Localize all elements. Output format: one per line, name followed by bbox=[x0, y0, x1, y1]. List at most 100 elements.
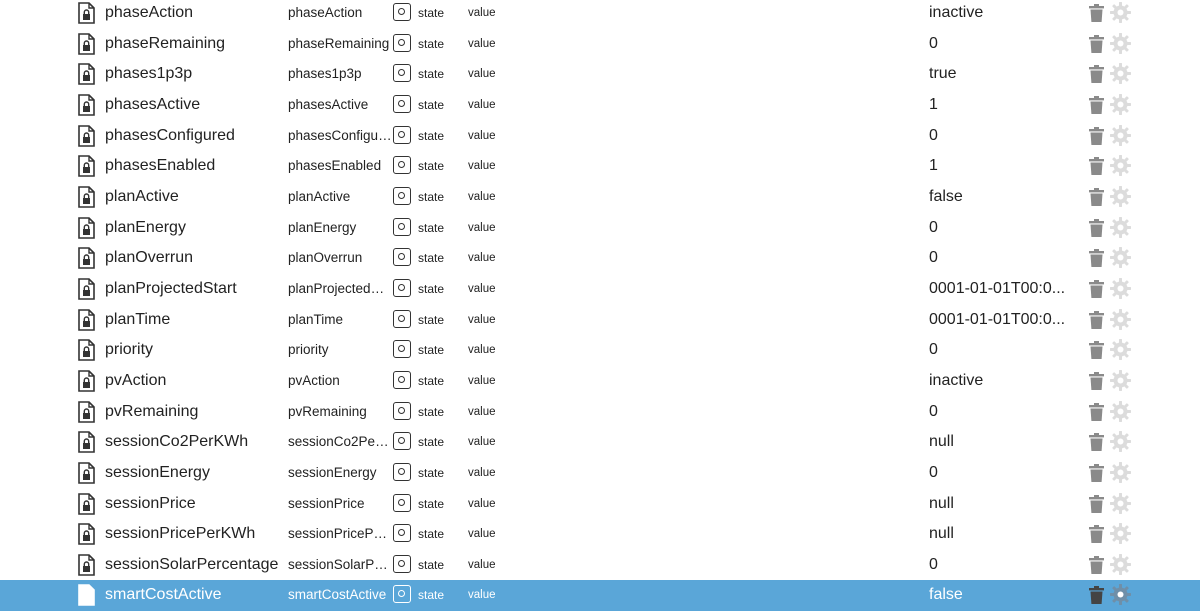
table-row[interactable]: smartCostActive smartCostActive state va… bbox=[0, 580, 1200, 611]
trash-icon[interactable] bbox=[1089, 463, 1104, 482]
trash-icon[interactable] bbox=[1089, 187, 1104, 206]
table-row[interactable]: phaseRemaining phaseRemaining state valu… bbox=[0, 29, 1200, 60]
gear-icon[interactable] bbox=[1110, 339, 1131, 361]
trash-icon[interactable] bbox=[1089, 4, 1104, 22]
object-value[interactable]: 1 bbox=[929, 90, 1069, 120]
trash-icon[interactable] bbox=[1089, 402, 1104, 421]
gear-icon[interactable] bbox=[1110, 400, 1131, 422]
object-value[interactable]: 0 bbox=[929, 458, 1069, 488]
object-value[interactable]: 0 bbox=[929, 213, 1069, 243]
object-value[interactable]: null bbox=[929, 519, 1069, 549]
object-value[interactable]: null bbox=[929, 427, 1069, 457]
gear-icon[interactable] bbox=[1110, 63, 1131, 85]
trash-icon[interactable] bbox=[1089, 249, 1104, 268]
gear-icon[interactable] bbox=[1110, 155, 1131, 177]
object-value[interactable]: 0 bbox=[929, 121, 1069, 151]
trash-icon[interactable] bbox=[1089, 95, 1104, 114]
trash-icon[interactable] bbox=[1089, 279, 1104, 298]
object-name[interactable]: priority bbox=[105, 335, 153, 365]
object-name[interactable]: pvAction bbox=[105, 366, 166, 396]
object-name[interactable]: phasesEnabled bbox=[105, 151, 215, 181]
trash-icon[interactable] bbox=[1089, 157, 1104, 176]
object-value[interactable]: inactive bbox=[929, 366, 1069, 396]
object-name[interactable]: phases1p3p bbox=[105, 59, 192, 89]
table-row[interactable]: planEnergy planEnergy state value 0 bbox=[0, 213, 1200, 244]
trash-icon[interactable] bbox=[1089, 494, 1104, 513]
table-row[interactable]: planTime planTime state value 0001-01-01… bbox=[0, 305, 1200, 336]
trash-icon[interactable] bbox=[1089, 371, 1104, 390]
object-name[interactable]: planEnergy bbox=[105, 213, 186, 243]
object-name[interactable]: phasesConfigured bbox=[105, 121, 235, 151]
object-name[interactable]: planOverrun bbox=[105, 243, 193, 273]
trash-icon[interactable] bbox=[1089, 310, 1104, 329]
object-name[interactable]: phaseAction bbox=[105, 0, 193, 28]
table-row[interactable]: planActive planActive state value false bbox=[0, 182, 1200, 213]
object-value[interactable]: 0 bbox=[929, 29, 1069, 59]
gear-icon[interactable] bbox=[1110, 277, 1131, 299]
table-row[interactable]: phasesConfigured phasesConfigur... state… bbox=[0, 121, 1200, 152]
table-row[interactable]: phasesActive phasesActive state value 1 bbox=[0, 90, 1200, 121]
gear-icon[interactable] bbox=[1110, 492, 1131, 514]
table-row[interactable]: priority priority state value 0 bbox=[0, 335, 1200, 366]
object-name[interactable]: planActive bbox=[105, 182, 179, 212]
trash-icon[interactable] bbox=[1089, 126, 1104, 145]
object-value[interactable]: 0 bbox=[929, 335, 1069, 365]
gear-icon[interactable] bbox=[1110, 32, 1131, 54]
table-row[interactable]: sessionSolarPercentage sessionSolarPer..… bbox=[0, 550, 1200, 581]
table-row[interactable]: phases1p3p phases1p3p state value true bbox=[0, 59, 1200, 90]
gear-icon[interactable] bbox=[1110, 124, 1131, 146]
table-row[interactable]: planProjectedStart planProjectedSt... st… bbox=[0, 274, 1200, 305]
gear-icon[interactable] bbox=[1110, 584, 1131, 606]
object-name[interactable]: pvRemaining bbox=[105, 397, 198, 427]
table-row[interactable]: sessionPricePerKWh sessionPricePer... st… bbox=[0, 519, 1200, 550]
trash-icon[interactable] bbox=[1089, 433, 1104, 452]
gear-icon[interactable] bbox=[1110, 93, 1131, 115]
object-name[interactable]: sessionCo2PerKWh bbox=[105, 427, 248, 457]
gear-icon[interactable] bbox=[1110, 461, 1131, 483]
object-value[interactable]: 0 bbox=[929, 397, 1069, 427]
trash-icon[interactable] bbox=[1089, 525, 1104, 544]
object-name[interactable]: sessionSolarPercentage bbox=[105, 550, 278, 580]
trash-icon[interactable] bbox=[1089, 586, 1104, 605]
gear-icon[interactable] bbox=[1110, 431, 1131, 453]
table-row[interactable]: planOverrun planOverrun state value 0 bbox=[0, 243, 1200, 274]
object-name[interactable]: phasesActive bbox=[105, 90, 200, 120]
trash-icon[interactable] bbox=[1089, 34, 1104, 53]
table-row[interactable]: pvAction pvAction state value inactive bbox=[0, 366, 1200, 397]
object-value[interactable]: 1 bbox=[929, 151, 1069, 181]
gear-icon[interactable] bbox=[1110, 247, 1131, 269]
object-name[interactable]: smartCostActive bbox=[105, 580, 221, 610]
table-row[interactable]: phasesEnabled phasesEnabled state value … bbox=[0, 151, 1200, 182]
trash-icon[interactable] bbox=[1089, 555, 1104, 574]
table-row[interactable]: sessionEnergy sessionEnergy state value … bbox=[0, 458, 1200, 489]
gear-icon[interactable] bbox=[1110, 308, 1131, 330]
object-name[interactable]: sessionEnergy bbox=[105, 458, 210, 488]
gear-icon[interactable] bbox=[1110, 2, 1131, 23]
object-value[interactable]: 0 bbox=[929, 550, 1069, 580]
object-value[interactable]: 0001-01-01T00:0... bbox=[929, 274, 1069, 304]
object-name[interactable]: sessionPrice bbox=[105, 489, 196, 519]
table-row[interactable]: pvRemaining pvRemaining state value 0 bbox=[0, 397, 1200, 428]
trash-icon[interactable] bbox=[1089, 341, 1104, 360]
gear-icon[interactable] bbox=[1110, 523, 1131, 545]
object-value[interactable]: true bbox=[929, 59, 1069, 89]
object-value[interactable]: null bbox=[929, 489, 1069, 519]
object-name[interactable]: planProjectedStart bbox=[105, 274, 237, 304]
object-value[interactable]: false bbox=[929, 580, 1069, 610]
gear-icon[interactable] bbox=[1110, 369, 1131, 391]
object-value[interactable]: 0 bbox=[929, 243, 1069, 273]
trash-icon[interactable] bbox=[1089, 218, 1104, 237]
gear-icon[interactable] bbox=[1110, 216, 1131, 238]
object-value[interactable]: false bbox=[929, 182, 1069, 212]
object-value[interactable]: 0001-01-01T00:0... bbox=[929, 305, 1069, 335]
gear-icon[interactable] bbox=[1110, 185, 1131, 207]
gear-icon[interactable] bbox=[1110, 553, 1131, 575]
object-name[interactable]: planTime bbox=[105, 305, 170, 335]
table-row[interactable]: sessionCo2PerKWh sessionCo2PerK... state… bbox=[0, 427, 1200, 458]
object-name[interactable]: sessionPricePerKWh bbox=[105, 519, 255, 549]
object-name[interactable]: phaseRemaining bbox=[105, 29, 225, 59]
object-value[interactable]: inactive bbox=[929, 0, 1069, 28]
table-row[interactable]: sessionPrice sessionPrice state value nu… bbox=[0, 489, 1200, 520]
trash-icon[interactable] bbox=[1089, 65, 1104, 84]
table-row[interactable]: phaseAction phaseAction state value inac… bbox=[0, 0, 1200, 29]
